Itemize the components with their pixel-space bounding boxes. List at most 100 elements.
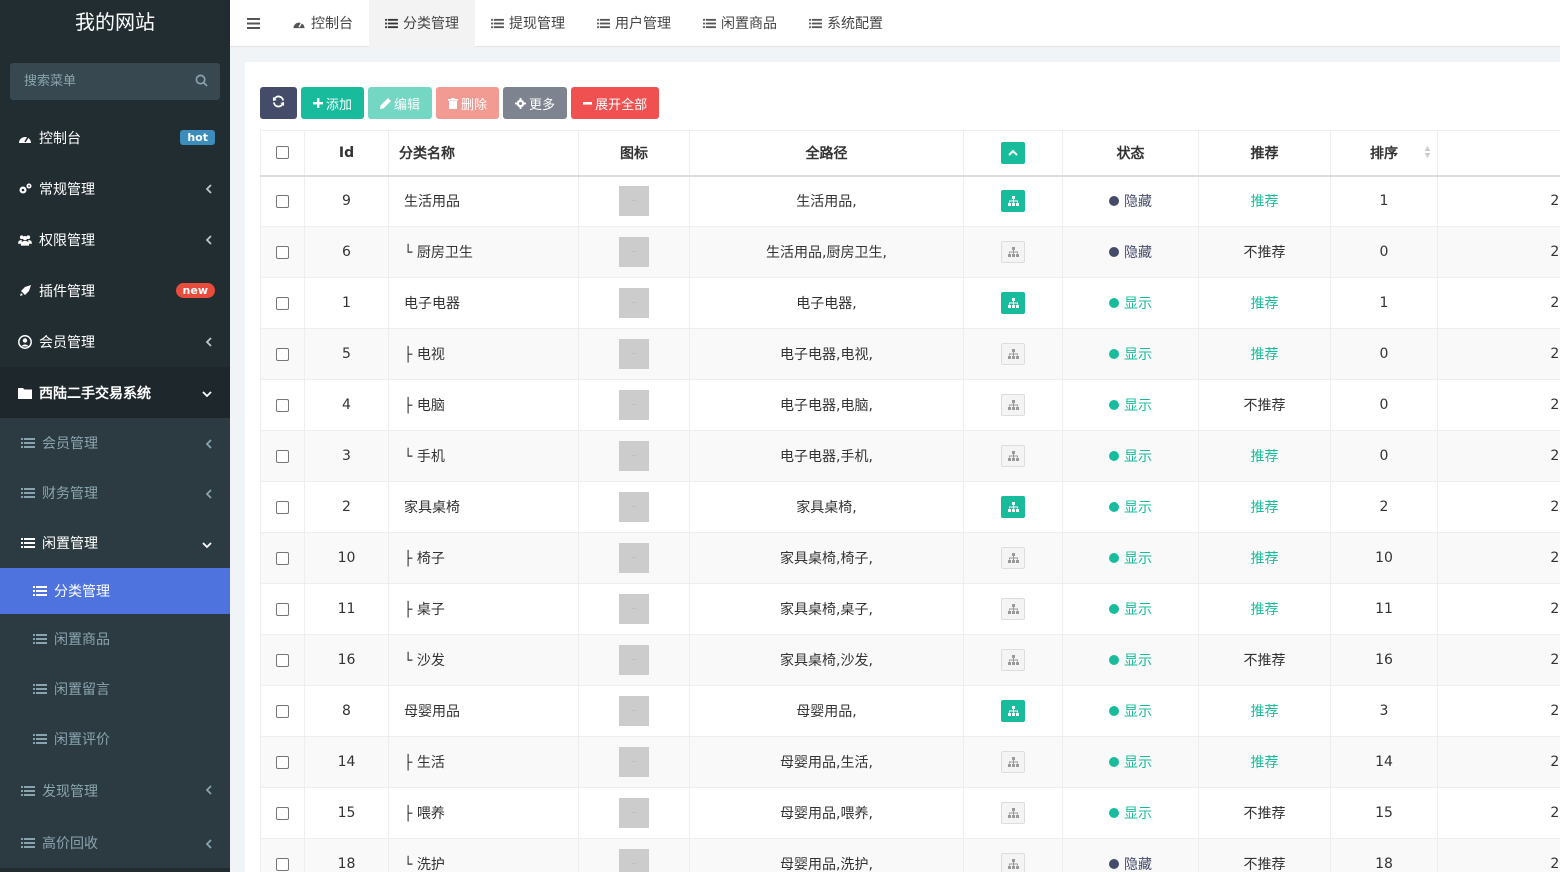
col-header-recommend[interactable]: 推荐 [1198,130,1331,177]
status-badge[interactable]: 显示 [1109,599,1152,619]
sidebar-item-members[interactable]: 会员管理 [0,316,230,367]
sidebar-subitem-idle[interactable]: 闲置管理 [0,518,230,568]
row-checkbox[interactable] [276,704,289,718]
status-badge[interactable]: 显示 [1109,293,1152,313]
sidebar-item-auth[interactable]: 权限管理 [0,214,230,265]
status-badge[interactable]: 显示 [1109,650,1152,670]
sidebar-subsubitem-reviews[interactable]: 闲置评价 [0,714,230,764]
col-header-icon[interactable]: 图标 [578,130,690,177]
row-recommend[interactable]: 不推荐 [1198,787,1331,839]
row-checkbox[interactable] [276,194,289,208]
delete-button[interactable]: 删除 [436,87,500,119]
row-checkbox[interactable] [276,755,289,769]
add-button[interactable]: 添加 [301,87,365,119]
table-row[interactable]: 11├ 桌子···家具桌椅,桌子,显示推荐112023-1 [260,583,1560,635]
row-recommend[interactable]: 推荐 [1198,328,1331,380]
row-checkbox[interactable] [276,347,289,361]
row-checkbox[interactable] [276,653,289,667]
row-recommend[interactable]: 推荐 [1198,736,1331,788]
table-row[interactable]: 1电子电器···电子电器,显示推荐12023-1 [260,277,1560,329]
col-header-path[interactable]: 全路径 [689,130,964,177]
status-badge[interactable]: 显示 [1109,446,1152,466]
row-recommend[interactable]: 推荐 [1198,583,1331,635]
row-checkbox[interactable] [276,245,289,259]
table-row[interactable]: 5├ 电视 ··· 电子电器,电视, 显示 推荐02023-0 [260,328,1560,380]
sidebar-item-trade-system[interactable]: 西陆二手交易系统 [0,367,230,418]
status-badge[interactable]: 显示 [1109,752,1152,772]
sidebar-subitem-members[interactable]: 会员管理 [0,418,230,468]
sitemap-icon[interactable] [1001,853,1025,872]
collapse-all-toggle[interactable] [1001,141,1025,164]
table-row[interactable]: 9生活用品 ··· 生活用品, 隐藏 推荐12023-1 [260,175,1560,227]
row-recommend[interactable]: 推荐 [1198,175,1331,227]
sidebar-item-dashboard[interactable]: 控制台 hot [0,112,230,163]
tab-goods[interactable]: 闲置商品 [687,0,793,47]
tab-dashboard[interactable]: 控制台 [276,0,369,47]
status-badge[interactable]: 显示 [1109,548,1152,568]
sitemap-icon[interactable] [1001,241,1025,263]
table-row[interactable]: 3└ 手机 ··· 电子电器,手机, 显示 推荐02023-1 [260,430,1560,482]
row-recommend[interactable]: 不推荐 [1198,634,1331,686]
col-header-status[interactable]: 状态 [1062,130,1199,177]
sidebar-item-plugins[interactable]: 插件管理 new [0,265,230,316]
row-recommend[interactable]: 不推荐 [1198,838,1331,872]
row-checkbox[interactable] [276,806,289,820]
edit-button[interactable]: 编辑 [368,87,433,119]
row-checkbox[interactable] [276,602,289,616]
sidebar-item-general[interactable]: 常规管理 [0,163,230,214]
table-row[interactable]: 10├ 椅子···家具桌椅,椅子,显示推荐102023-1 [260,532,1560,584]
col-header-time[interactable]: 更 [1437,130,1560,177]
row-recommend[interactable]: 推荐 [1198,532,1331,584]
refresh-button[interactable] [260,87,297,119]
status-badge[interactable]: 显示 [1109,803,1152,823]
sitemap-icon[interactable] [1001,700,1025,722]
col-header-id[interactable]: Id [304,130,389,177]
status-badge[interactable]: 隐藏 [1109,242,1152,262]
tab-withdraw[interactable]: 提现管理 [475,0,581,47]
tab-config[interactable]: 系统配置 [793,0,899,47]
sidebar-subitem-finance[interactable]: 财务管理 [0,468,230,518]
table-row[interactable]: 2家具桌椅···家具桌椅,显示推荐22023-1 [260,481,1560,533]
sidebar-subsubitem-category[interactable]: 分类管理 [0,568,230,614]
sitemap-icon[interactable] [1001,751,1025,773]
sitemap-icon[interactable] [1001,445,1025,467]
sidebar-subitem-recycle[interactable]: 高价回收 [0,818,230,868]
sitemap-icon[interactable] [1001,394,1025,416]
menu-toggle-icon[interactable] [230,17,276,29]
row-recommend[interactable]: 不推荐 [1198,379,1331,431]
sidebar-subitem-discover[interactable]: 发现管理 [0,764,230,818]
sitemap-icon[interactable] [1001,343,1025,365]
sidebar-subsubitem-messages[interactable]: 闲置留言 [0,664,230,714]
row-recommend[interactable]: 推荐 [1198,481,1331,533]
table-row[interactable]: 18└ 洗护···母婴用品,洗护,隐藏不推荐182023-1 [260,838,1560,872]
row-checkbox[interactable] [276,500,289,514]
row-checkbox[interactable] [276,398,289,412]
sitemap-icon[interactable] [1001,598,1025,620]
sitemap-icon[interactable] [1001,292,1025,314]
table-row[interactable]: 14├ 生活···母婴用品,生活,显示推荐142023-1 [260,736,1560,788]
sitemap-icon[interactable] [1001,802,1025,824]
table-row[interactable]: 8母婴用品 ··· 母婴用品, 显示 推荐32023-1 [260,685,1560,737]
row-checkbox[interactable] [276,857,289,871]
status-badge[interactable]: 显示 [1109,395,1152,415]
col-header-sort[interactable]: 排序 [1330,130,1438,177]
table-row[interactable]: 15├ 喂养···母婴用品,喂养,显示不推荐152023-1 [260,787,1560,839]
table-row[interactable]: 6└ 厨房卫生 ··· 生活用品,厨房卫生, 隐藏 不推荐02023-1 [260,226,1560,278]
sitemap-icon[interactable] [1001,649,1025,671]
row-checkbox[interactable] [276,296,289,310]
status-badge[interactable]: 隐藏 [1109,191,1152,211]
more-button[interactable]: 更多 [503,87,568,119]
row-checkbox[interactable] [276,551,289,565]
select-all-checkbox[interactable] [276,146,289,160]
menu-search-input[interactable] [10,63,220,100]
status-badge[interactable]: 显示 [1109,344,1152,364]
table-row[interactable]: 4├ 电脑 ··· 电子电器,电脑, 显示 不推荐02023-0 [260,379,1560,431]
tab-category[interactable]: 分类管理 [369,0,475,47]
row-recommend[interactable]: 不推荐 [1198,226,1331,278]
sitemap-icon[interactable] [1001,547,1025,569]
tab-users[interactable]: 用户管理 [581,0,687,47]
row-recommend[interactable]: 推荐 [1198,430,1331,482]
row-checkbox[interactable] [276,449,289,463]
table-row[interactable]: 16└ 沙发···家具桌椅,沙发,显示不推荐162023-1 [260,634,1560,686]
sitemap-icon[interactable] [1001,496,1025,518]
